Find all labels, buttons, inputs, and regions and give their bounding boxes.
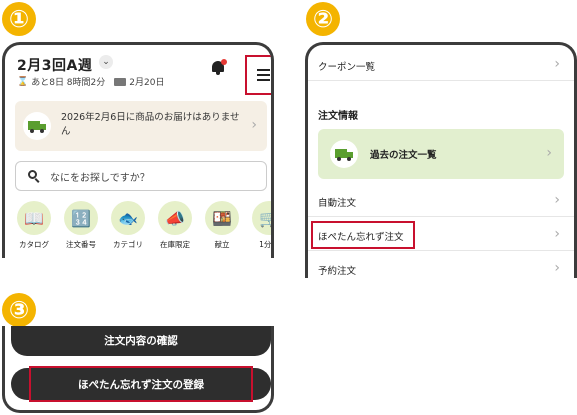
chevron-right-icon: ›	[546, 145, 552, 161]
highlight-box	[311, 221, 415, 249]
category-category[interactable]: 🐟 カテゴリ	[105, 201, 151, 250]
delivery-truck-icon	[114, 77, 127, 86]
past-orders-label: 過去の注文一覧	[370, 150, 437, 161]
deadline-text: あと8日 8時間2分	[31, 78, 106, 88]
deadline-row: ⌛ あと8日 8時間2分 2月20日	[17, 75, 165, 89]
chevron-right-icon: ›	[251, 117, 257, 133]
category-label: 注文番号	[66, 240, 96, 249]
section-title: 注文情報	[318, 111, 358, 122]
home-screen: 2月3回A週 ⌄ ⌛ あと8日 8時間2分 2月20日 2026年2月6日に商品…	[2, 42, 274, 258]
bento-icon: 🍱	[205, 201, 239, 235]
search-placeholder: なにをお探しですか？	[50, 172, 150, 184]
hourglass-icon: ⌛	[17, 76, 29, 87]
chevron-right-icon: ›	[554, 226, 560, 242]
category-label: カタログ	[19, 240, 49, 249]
category-menu[interactable]: 🍱 献立	[199, 201, 245, 250]
menu-item-coupons[interactable]: クーポン一覧 ›	[308, 49, 574, 81]
category-label: 在庫限定	[160, 240, 190, 249]
search-icon	[28, 170, 40, 183]
category-limited-stock[interactable]: 📣 在庫限定	[152, 201, 198, 250]
category-catalog[interactable]: 📖 カタログ	[11, 201, 57, 250]
catalog-icon: 📖	[17, 201, 51, 235]
menu-item-label: 自動注文	[318, 198, 357, 209]
megaphone-icon: 📣	[158, 201, 192, 235]
category-label: 1分注	[259, 240, 272, 249]
chevron-right-icon: ›	[554, 56, 560, 72]
chevron-right-icon: ›	[554, 192, 560, 208]
chevron-down-icon[interactable]: ⌄	[99, 55, 113, 69]
step-3-badge: ③	[2, 293, 36, 327]
menu-item-label: 予約注文	[318, 266, 357, 277]
truck-icon	[23, 112, 51, 140]
menu-item-auto-order[interactable]: 自動注文 ›	[308, 185, 574, 217]
week-title[interactable]: 2月3回A週	[17, 55, 92, 75]
chevron-right-icon: ›	[554, 260, 560, 276]
category-label: 献立	[214, 240, 230, 249]
step-1-badge: ①	[2, 2, 36, 36]
category-label: カテゴリ	[113, 240, 143, 249]
bell-icon[interactable]	[211, 59, 227, 75]
truck-icon	[330, 140, 358, 168]
hamburger-menu-button[interactable]	[245, 55, 271, 95]
order-screen: 注文内容の確認 ほぺたん忘れず注文の登録	[2, 326, 274, 413]
menu-item-label: クーポン一覧	[318, 62, 376, 73]
home-header: 2月3回A週 ⌄ ⌛ あと8日 8時間2分 2月20日	[15, 53, 271, 95]
delivery-date: 2月20日	[129, 78, 165, 88]
highlight-box	[29, 366, 253, 402]
menu-screen: クーポン一覧 › 注文情報 過去の注文一覧 › 自動注文 › ほぺたん忘れず注文…	[305, 42, 577, 278]
notice-text: 2026年2月6日に商品のお届けはありません	[61, 112, 240, 137]
category-one-minute[interactable]: 🛒 1分注	[246, 201, 272, 250]
cart-icon: 🛒	[252, 201, 271, 235]
confirm-order-button[interactable]: 注文内容の確認	[11, 326, 271, 356]
step-2-badge: ②	[306, 2, 340, 36]
search-input[interactable]: なにをお探しですか？	[15, 161, 267, 191]
fish-icon: 🐟	[111, 201, 145, 235]
category-shortcuts: 📖 カタログ 🔢 注文番号 🐟 カテゴリ 📣 在庫限定 🍱 献立 🛒 1分注	[11, 201, 272, 257]
menu-item-reserve-order[interactable]: 予約注文 ›	[308, 253, 574, 278]
category-order-number[interactable]: 🔢 注文番号	[58, 201, 104, 250]
delivery-notice[interactable]: 2026年2月6日に商品のお届けはありません ›	[15, 101, 267, 151]
order-number-icon: 🔢	[64, 201, 98, 235]
past-orders-card[interactable]: 過去の注文一覧 ›	[318, 129, 564, 179]
notification-dot	[221, 59, 227, 65]
